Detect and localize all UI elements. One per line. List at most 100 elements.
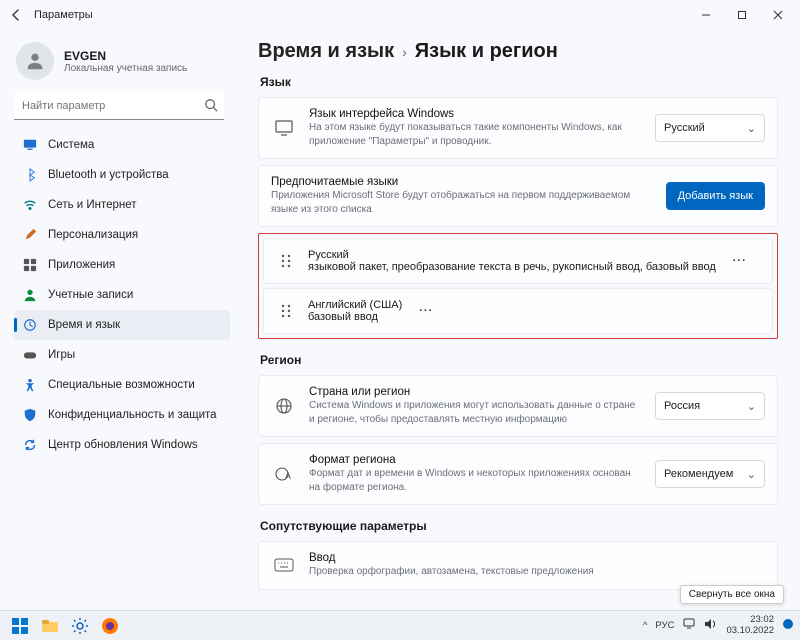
sidebar-item-bluetooth[interactable]: Bluetooth и устройства — [14, 160, 230, 190]
nav: Система Bluetooth и устройства Сеть и Ин… — [14, 130, 230, 460]
sidebar-item-privacy[interactable]: Конфиденциальность и защита — [14, 400, 230, 430]
language-row[interactable]: Английский (США) базовый ввод ··· — [263, 288, 773, 334]
account-block[interactable]: EVGEN Локальная учетная запись — [16, 42, 230, 80]
chevron-down-icon: ⌄ — [747, 122, 756, 135]
back-button[interactable] — [4, 3, 28, 27]
monitor-icon — [22, 137, 38, 153]
sidebar-item-apps[interactable]: Приложения — [14, 250, 230, 280]
apps-icon — [22, 257, 38, 273]
tray-clock[interactable]: 23:02 03.10.2022 — [726, 615, 774, 636]
account-name: EVGEN — [64, 49, 187, 63]
sidebar-item-label: Система — [48, 139, 94, 151]
sidebar-item-label: Учетные записи — [48, 289, 133, 301]
breadcrumb-parent[interactable]: Время и язык — [258, 40, 394, 63]
preferred-desc: Приложения Microsoft Store будут отображ… — [271, 189, 654, 216]
section-related-title: Сопутствующие параметры — [260, 519, 778, 533]
preferred-languages-card: Предпочитаемые языки Приложения Microsof… — [258, 165, 778, 227]
drag-handle[interactable] — [276, 304, 296, 318]
country-desc: Система Windows и приложения могут испол… — [309, 399, 643, 426]
taskbar-app-settings[interactable] — [66, 612, 94, 640]
sidebar-item-network[interactable]: Сеть и Интернет — [14, 190, 230, 220]
regional-format-desc: Формат дат и времени в Windows и некотор… — [309, 467, 643, 494]
globe-letter-icon: A — [271, 465, 297, 483]
avatar — [16, 42, 54, 80]
regional-format-title: Формат региона — [309, 454, 643, 466]
display-language-title: Язык интерфейса Windows — [309, 108, 643, 120]
tray-date: 03.10.2022 — [726, 626, 774, 636]
add-language-button[interactable]: Добавить язык — [666, 182, 765, 210]
input-desc: Проверка орфографии, автозамена, текстов… — [309, 565, 765, 579]
brush-icon — [22, 227, 38, 243]
svg-text:A: A — [285, 471, 291, 481]
minimize-button[interactable] — [688, 1, 724, 29]
chevron-right-icon: › — [402, 44, 407, 60]
section-region-title: Регион — [260, 353, 778, 367]
tray-language[interactable]: РУС — [655, 620, 674, 631]
breadcrumb: Время и язык › Язык и регион — [258, 40, 778, 63]
tray-notifications-icon[interactable] — [782, 618, 794, 633]
display-icon — [271, 118, 297, 138]
language-name: Русский — [308, 249, 716, 261]
display-language-desc: На этом языке будут показываться такие к… — [309, 121, 643, 148]
sidebar-item-time-language[interactable]: Время и язык — [14, 310, 230, 340]
tray-volume-icon[interactable] — [704, 618, 718, 633]
tray-overflow[interactable]: ^ — [643, 620, 647, 631]
gamepad-icon — [22, 347, 38, 363]
taskbar-app-firefox[interactable] — [96, 612, 124, 640]
tray-time: 23:02 — [726, 615, 774, 625]
country-card[interactable]: Страна или регион Система Windows и прил… — [258, 375, 778, 437]
regional-format-select[interactable]: Рекомендуем ⌄ — [655, 460, 765, 488]
preferred-title: Предпочитаемые языки — [271, 176, 654, 188]
display-language-card[interactable]: Язык интерфейса Windows На этом языке бу… — [258, 97, 778, 159]
taskbar-app-explorer[interactable] — [36, 612, 64, 640]
more-button[interactable]: ··· — [414, 305, 438, 317]
search-input[interactable] — [14, 92, 224, 120]
sidebar-item-accessibility[interactable]: Специальные возможности — [14, 370, 230, 400]
tray-network-icon[interactable] — [682, 618, 696, 633]
sidebar-item-accounts[interactable]: Учетные записи — [14, 280, 230, 310]
titlebar: Параметры — [0, 0, 800, 30]
language-desc: языковой пакет, преобразование текста в … — [308, 261, 716, 273]
start-button[interactable] — [6, 612, 34, 640]
language-name: Английский (США) — [308, 299, 402, 311]
display-language-select[interactable]: Русский ⌄ — [655, 114, 765, 142]
more-button[interactable]: ··· — [728, 255, 752, 267]
bluetooth-icon — [22, 167, 38, 183]
input-card[interactable]: Ввод Проверка орфографии, автозамена, те… — [258, 541, 778, 590]
sidebar-item-label: Конфиденциальность и защита — [48, 409, 217, 421]
language-row[interactable]: Русский языковой пакет, преобразование т… — [263, 238, 773, 284]
sidebar-item-label: Сеть и Интернет — [48, 199, 137, 211]
language-desc: базовый ввод — [308, 311, 402, 323]
sidebar-item-personalization[interactable]: Персонализация — [14, 220, 230, 250]
tooltip-minimize-all: Свернуть все окна — [680, 585, 784, 604]
select-value: Русский — [664, 122, 705, 134]
country-select[interactable]: Россия ⌄ — [655, 392, 765, 420]
sidebar-item-label: Приложения — [48, 259, 115, 271]
close-button[interactable] — [760, 1, 796, 29]
keyboard-icon — [271, 558, 297, 572]
drag-handle[interactable] — [276, 254, 296, 268]
wifi-icon — [22, 197, 38, 213]
sidebar-item-system[interactable]: Система — [14, 130, 230, 160]
sidebar-item-label: Специальные возможности — [48, 379, 195, 391]
regional-format-card[interactable]: A Формат региона Формат дат и времени в … — [258, 443, 778, 505]
sidebar-item-label: Bluetooth и устройства — [48, 169, 169, 181]
accessibility-icon — [22, 377, 38, 393]
breadcrumb-leaf: Язык и регион — [415, 40, 558, 63]
search-box[interactable] — [14, 92, 230, 120]
language-list: Русский языковой пакет, преобразование т… — [258, 233, 778, 339]
sidebar: EVGEN Локальная учетная запись Система B… — [0, 30, 240, 610]
shield-icon — [22, 407, 38, 423]
main-content: Время и язык › Язык и регион Язык Язык и… — [240, 30, 800, 610]
chevron-down-icon: ⌄ — [747, 400, 756, 413]
globe-icon — [271, 397, 297, 415]
sidebar-item-label: Центр обновления Windows — [48, 439, 198, 451]
sidebar-item-gaming[interactable]: Игры — [14, 340, 230, 370]
maximize-button[interactable] — [724, 1, 760, 29]
chevron-down-icon: ⌄ — [747, 468, 756, 481]
country-title: Страна или регион — [309, 386, 643, 398]
sidebar-item-label: Персонализация — [48, 229, 138, 241]
select-value: Россия — [664, 400, 700, 412]
taskbar: ^ РУС 23:02 03.10.2022 — [0, 610, 800, 640]
sidebar-item-update[interactable]: Центр обновления Windows — [14, 430, 230, 460]
